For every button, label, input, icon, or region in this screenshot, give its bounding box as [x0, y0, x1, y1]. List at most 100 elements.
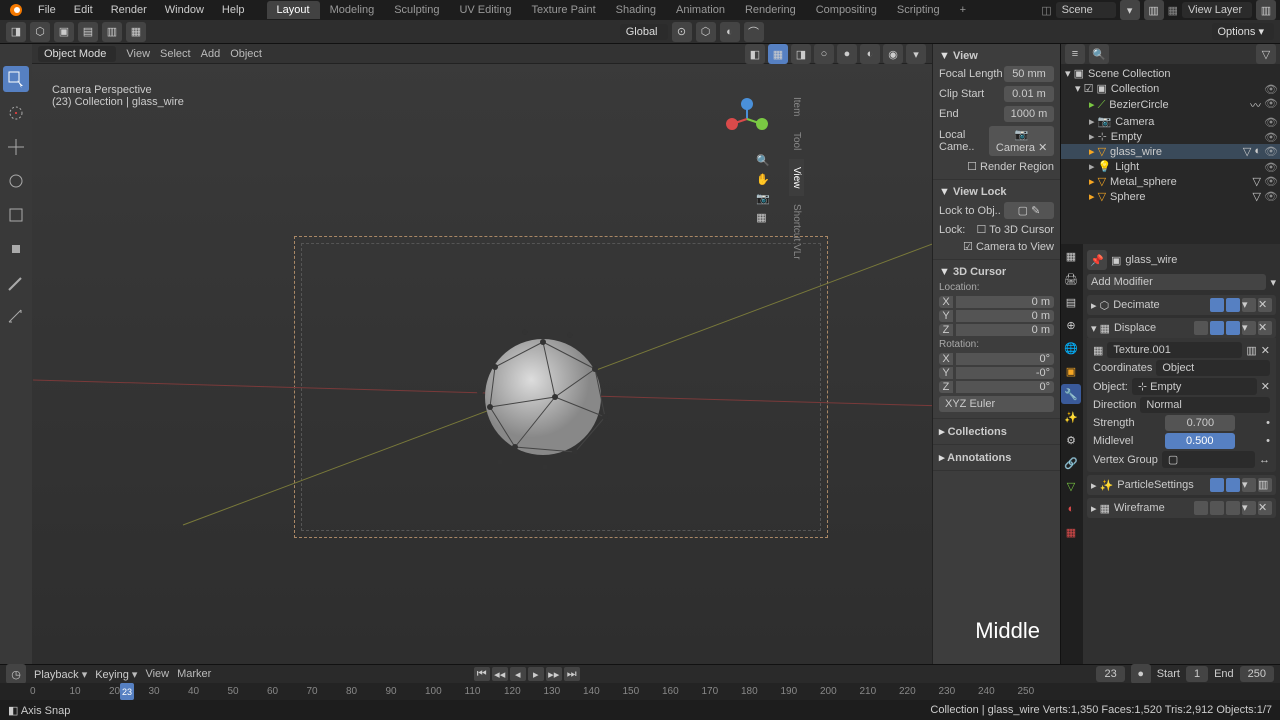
mod-render-icon[interactable] [1226, 478, 1240, 492]
mod-close-icon[interactable]: ✕ [1258, 298, 1272, 312]
scene-new-icon[interactable]: ▥ [1144, 0, 1164, 20]
proptab-constraints[interactable]: 🔗 [1061, 453, 1081, 473]
lock-obj-field[interactable]: ▢ ✎ [1004, 202, 1054, 219]
npanel-viewlock-title[interactable]: ▼ View Lock [939, 184, 1054, 200]
object-glass-wire[interactable] [455, 307, 635, 487]
eye-icon[interactable]: 👁 [1264, 161, 1276, 173]
ntab-item[interactable]: Item [789, 89, 804, 124]
magnet-icon[interactable]: ⬡ [696, 22, 716, 42]
tab-animation[interactable]: Animation [666, 1, 735, 19]
next-key-icon[interactable]: ▸▸ [546, 667, 562, 681]
tab-sculpting[interactable]: Sculpting [384, 1, 449, 19]
modifier-particles-header[interactable]: ▸ ✨ParticleSettings ▾▥ [1087, 475, 1276, 495]
tl-menu-playback[interactable]: Playback ▾ [34, 668, 87, 681]
snap5-icon[interactable]: ▦ [126, 22, 146, 42]
texture-new-icon[interactable]: ▥ [1246, 344, 1256, 357]
mod-render-icon[interactable] [1226, 321, 1240, 335]
cam-to-view-checkbox[interactable]: ☑ Camera to View [963, 240, 1054, 253]
tree-item-light[interactable]: ▸ 💡Light👁 [1061, 159, 1280, 174]
object-select[interactable]: ⊹ Empty [1132, 378, 1257, 395]
tool-cursor[interactable] [3, 100, 29, 126]
timeline-playhead[interactable]: 23 [120, 683, 134, 700]
play-reverse-icon[interactable]: ◂ [510, 667, 526, 681]
rot-y-value[interactable]: -0° [956, 367, 1054, 379]
tab-layout[interactable]: Layout [267, 1, 320, 19]
mod-editmode-icon[interactable] [1194, 501, 1208, 515]
menu-render[interactable]: Render [103, 1, 155, 19]
play-icon[interactable]: ▸ [528, 667, 544, 681]
focal-length-value[interactable]: 50 mm [1004, 66, 1054, 82]
timeline-ruler[interactable]: 23 0102030405060708090100110120130140150… [0, 683, 1280, 700]
tool-rotate[interactable] [3, 168, 29, 194]
mod-realtime-icon[interactable] [1210, 478, 1224, 492]
tab-scripting[interactable]: Scripting [887, 1, 950, 19]
midlevel-value[interactable]: 0.500 [1165, 433, 1235, 449]
tree-item-sphere[interactable]: ▸ ▽Sphere▽👁 [1061, 189, 1280, 204]
mod-editmode-icon[interactable] [1194, 321, 1208, 335]
clip-end-value[interactable]: 1000 m [1004, 106, 1054, 122]
render-region-checkbox[interactable]: ☐ Render Region [967, 160, 1054, 173]
eye-icon[interactable]: 👁 [1264, 97, 1276, 109]
autokey-icon[interactable]: ● [1131, 664, 1151, 684]
mod-realtime-icon[interactable] [1210, 298, 1224, 312]
propedit-icon[interactable]: ◐ [720, 22, 740, 42]
local-cam-value[interactable]: 📷 Camera ✕ [989, 126, 1054, 156]
snap2-icon[interactable]: ▣ [54, 22, 74, 42]
proptab-particles[interactable]: ✨ [1061, 407, 1081, 427]
current-frame-field[interactable]: 23 [1096, 666, 1124, 682]
npanel-view-title[interactable]: ▼ View [939, 48, 1054, 64]
outliner-search-icon[interactable]: 🔍 [1089, 44, 1109, 64]
rot-mode-select[interactable]: XYZ Euler [939, 396, 1054, 412]
rot-x-value[interactable]: 0° [956, 353, 1054, 365]
tab-add[interactable]: + [950, 1, 976, 19]
mod-convert-icon[interactable]: ▥ [1258, 478, 1272, 492]
displace-texture-field[interactable]: Texture.001 [1107, 342, 1242, 358]
strength-value[interactable]: 0.700 [1165, 415, 1235, 431]
menu-edit[interactable]: Edit [66, 1, 101, 19]
eye-icon[interactable]: 👁 [1264, 131, 1276, 143]
proptab-physics[interactable]: ⚙ [1061, 430, 1081, 450]
outliner-filter-icon[interactable]: ▽ [1256, 44, 1276, 64]
tl-menu-marker[interactable]: Marker [177, 668, 211, 680]
modifier-decimate-header[interactable]: ▸ ⬡Decimate ▾✕ [1087, 295, 1276, 315]
modifier-wireframe-header[interactable]: ▸ ▦Wireframe ▾✕ [1087, 498, 1276, 518]
npanel-collections-title[interactable]: ▸ Collections [939, 423, 1054, 440]
timeline-type-icon[interactable]: ◷ [6, 664, 26, 684]
ntab-view[interactable]: View [789, 159, 804, 197]
jump-end-icon[interactable]: ⏭ [564, 667, 580, 681]
proptab-texture[interactable]: ▦ [1061, 522, 1081, 542]
tool-measure[interactable] [3, 304, 29, 330]
tree-item-empty[interactable]: ▸ ⊹Empty👁 [1061, 129, 1280, 144]
mod-realtime-icon[interactable] [1210, 321, 1224, 335]
vgroup-field[interactable]: ▢ [1162, 451, 1255, 468]
tab-uv[interactable]: UV Editing [449, 1, 521, 19]
nav-gizmo[interactable] [722, 94, 772, 144]
tab-texpaint[interactable]: Texture Paint [521, 1, 605, 19]
proptab-modifier[interactable]: 🔧 [1061, 384, 1081, 404]
mod-dropdown-icon[interactable]: ▾ [1242, 478, 1256, 492]
pivot-icon[interactable]: ⊙ [672, 22, 692, 42]
menu-window[interactable]: Window [157, 1, 212, 19]
eye-icon[interactable]: 👁 [1264, 116, 1276, 128]
direction-select[interactable]: Normal [1140, 397, 1270, 413]
proptab-render[interactable]: ▦ [1061, 246, 1081, 266]
proptab-mesh[interactable]: ▽ [1061, 476, 1081, 496]
proptab-material[interactable]: ◐ [1061, 499, 1081, 519]
viewlayer-new-icon[interactable]: ▥ [1256, 0, 1276, 20]
persp-icon[interactable]: ▦ [756, 211, 770, 224]
add-modifier-button[interactable]: Add Modifier [1087, 274, 1266, 290]
tab-compositing[interactable]: Compositing [806, 1, 887, 19]
eye-icon[interactable]: 👁 [1264, 190, 1276, 202]
magnify-icon[interactable]: 🔍 [756, 154, 770, 167]
tree-item-beziercircle[interactable]: ▸ ⟋BezierCircle〰👁 [1061, 96, 1280, 114]
prev-key-icon[interactable]: ◂◂ [492, 667, 508, 681]
coords-select[interactable]: Object [1156, 360, 1270, 376]
start-frame-field[interactable]: 1 [1186, 666, 1208, 682]
loc-z-value[interactable]: 0 m [956, 324, 1054, 336]
eye-icon[interactable]: 👁 [1264, 175, 1276, 187]
tl-menu-keying[interactable]: Keying ▾ [95, 668, 137, 681]
object-unlink-icon[interactable]: ✕ [1261, 380, 1270, 393]
modifier-displace-header[interactable]: ▾ ▦Displace ▾✕ [1087, 318, 1276, 338]
end-frame-field[interactable]: 250 [1240, 666, 1274, 682]
tool-transform[interactable] [3, 236, 29, 262]
